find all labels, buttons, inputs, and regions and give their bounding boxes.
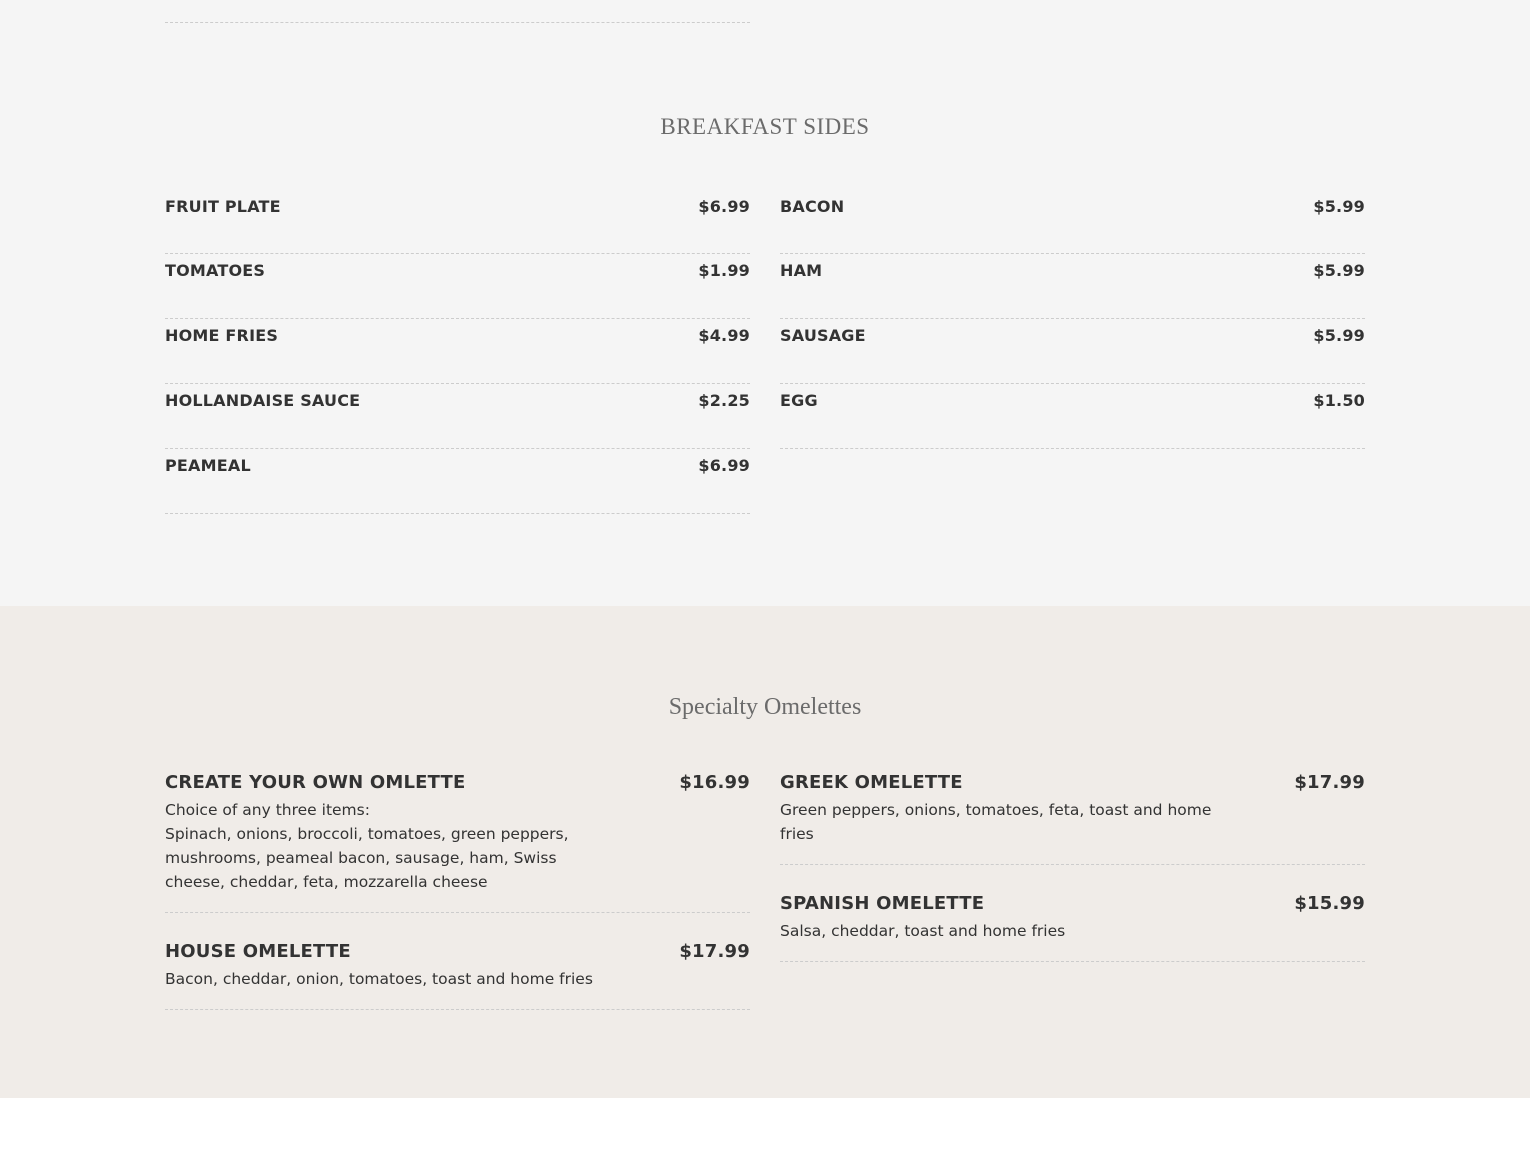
menu-item: HOME FRIES $4.99 (165, 319, 750, 384)
menu-item-price: $6.99 (698, 456, 750, 475)
footer-strip (0, 1098, 1530, 1160)
section-title-specialty-omelettes: Specialty Omelettes (668, 694, 862, 720)
menu-item-name: EGG (780, 391, 818, 410)
menu-item-price: $16.99 (679, 772, 750, 793)
menu-item-price: $5.99 (1313, 197, 1365, 216)
menu-item-price: $1.99 (698, 261, 750, 280)
description-line: Spinach, onions, broccoli, tomatoes, gre… (165, 825, 569, 891)
menu-item: FRUIT PLATE $6.99 (165, 190, 750, 254)
description-line: Choice of any three items: (165, 801, 370, 819)
menu-item-description: Salsa, cheddar, toast and home fries (780, 919, 1220, 943)
menu-item: SAUSAGE $5.99 (780, 319, 1365, 384)
menu-item: GREEK OMELETTE $17.99 Green peppers, oni… (780, 772, 1365, 865)
menu-item-price: $5.99 (1313, 326, 1365, 345)
menu-item-name: FRUIT PLATE (165, 197, 281, 216)
menu-item: CREATE YOUR OWN OMLETTE $16.99 Choice of… (165, 772, 750, 913)
description-line: Green peppers, onions, tomatoes, feta, t… (780, 801, 1212, 843)
menu-item-price: $1.50 (1313, 391, 1365, 410)
menu-item-name: SPANISH OMELETTE (780, 893, 985, 914)
menu-item: HAM $5.99 (780, 254, 1365, 319)
menu-item-name: TOMATOES (165, 261, 266, 280)
description-line: Salsa, cheddar, toast and home fries (780, 922, 1066, 940)
menu-item-name: GREEK OMELETTE (780, 772, 963, 793)
menu-item-price: $17.99 (679, 941, 750, 962)
menu-item: SPANISH OMELETTE $15.99 Salsa, cheddar, … (780, 893, 1365, 962)
breakfast-sides-section: BREAKFAST SIDES FRUIT PLATE $6.99 TOMATO… (0, 0, 1530, 606)
menu-item-name: CREATE YOUR OWN OMLETTE (165, 772, 466, 793)
sides-column-right: BACON $5.99 HAM $5.99 SAUSAGE $5.99 EGG … (780, 190, 1365, 449)
specialty-omelettes-section: Specialty Omelettes CREATE YOUR OWN OMLE… (0, 606, 1530, 1098)
menu-item-name: HOUSE OMELETTE (165, 941, 351, 962)
menu-item-price: $4.99 (698, 326, 750, 345)
menu-item-description: Green peppers, onions, tomatoes, feta, t… (780, 798, 1220, 846)
menu-item: PEAMEAL $6.99 (165, 449, 750, 514)
menu-item-name: HOME FRIES (165, 326, 279, 345)
previous-menu-item-divider (165, 0, 750, 23)
menu-item-price: $2.25 (698, 391, 750, 410)
menu-item-price: $17.99 (1294, 772, 1365, 793)
menu-item-name: HAM (780, 261, 823, 280)
menu-item: HOLLANDAISE SAUCE $2.25 (165, 384, 750, 449)
menu-item-name: BACON (780, 197, 845, 216)
section-title-breakfast-sides: BREAKFAST SIDES (660, 114, 870, 139)
menu-item-name: SAUSAGE (780, 326, 866, 345)
menu-item-name: HOLLANDAISE SAUCE (165, 391, 361, 410)
menu-item-price: $6.99 (698, 197, 750, 216)
menu-item: BACON $5.99 (780, 190, 1365, 254)
description-line: Bacon, cheddar, onion, tomatoes, toast a… (165, 970, 593, 988)
omelettes-column-right: GREEK OMELETTE $17.99 Green peppers, oni… (780, 772, 1365, 990)
menu-item: EGG $1.50 (780, 384, 1365, 449)
sides-column-left: FRUIT PLATE $6.99 TOMATOES $1.99 HOME FR… (165, 190, 750, 514)
menu-item-description: Bacon, cheddar, onion, tomatoes, toast a… (165, 967, 605, 991)
menu-item: HOUSE OMELETTE $17.99 Bacon, cheddar, on… (165, 941, 750, 1010)
menu-item: TOMATOES $1.99 (165, 254, 750, 319)
menu-item-price: $15.99 (1294, 893, 1365, 914)
menu-item-price: $5.99 (1313, 261, 1365, 280)
menu-item-description: Choice of any three items: Spinach, onio… (165, 798, 605, 894)
omelettes-column-left: CREATE YOUR OWN OMLETTE $16.99 Choice of… (165, 772, 750, 1038)
menu-item-name: PEAMEAL (165, 456, 251, 475)
